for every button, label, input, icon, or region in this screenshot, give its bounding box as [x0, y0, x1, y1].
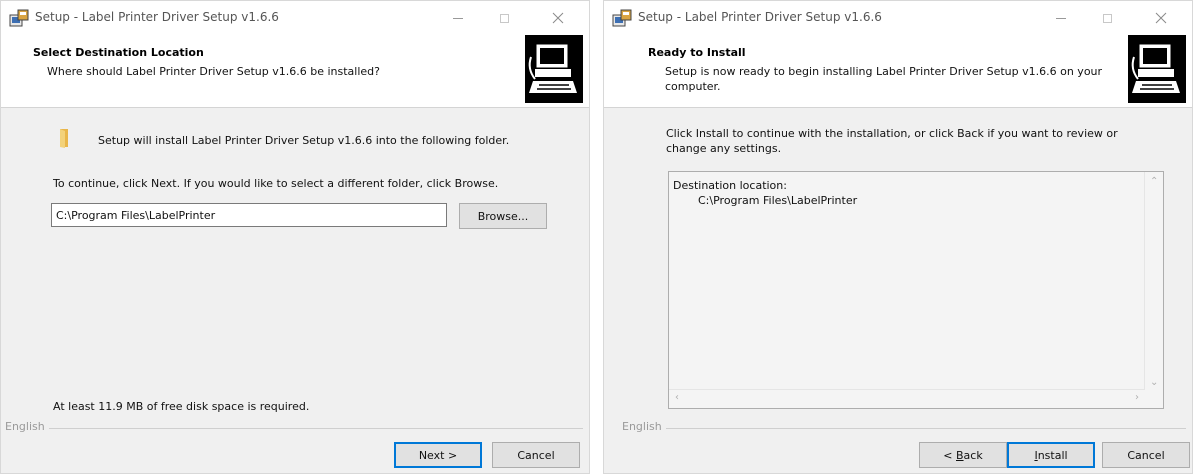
- close-icon[interactable]: [1138, 1, 1184, 35]
- title-bar[interactable]: Setup - Label Printer Driver Setup v1.6.…: [604, 1, 1192, 35]
- language-label: English: [622, 420, 666, 433]
- destination-path-input[interactable]: [51, 203, 447, 227]
- ready-to-install-dialog: Setup - Label Printer Driver Setup v1.6.…: [603, 0, 1193, 474]
- settings-summary-memo[interactable]: Destination location: C:\Program Files\L…: [668, 171, 1164, 409]
- scroll-right-icon[interactable]: ›: [1135, 392, 1139, 403]
- wizard-header: Ready to Install Setup is now ready to b…: [604, 35, 1192, 108]
- scroll-up-icon[interactable]: ⌃: [1150, 176, 1158, 187]
- install-button[interactable]: Install: [1007, 442, 1095, 468]
- disk-space-message: At least 11.9 MB of free disk space is r…: [53, 400, 310, 413]
- vertical-scrollbar[interactable]: ⌃ ⌄: [1144, 172, 1163, 390]
- language-separator: [662, 428, 1186, 429]
- scroll-corner: [1145, 390, 1163, 408]
- minimize-icon[interactable]: [1038, 1, 1084, 35]
- title-bar[interactable]: Setup - Label Printer Driver Setup v1.6.…: [1, 1, 589, 35]
- computer-install-icon: [1128, 35, 1186, 103]
- minimize-icon[interactable]: [435, 1, 481, 35]
- close-icon[interactable]: [535, 1, 581, 35]
- browse-button[interactable]: Browse...: [459, 203, 547, 229]
- install-rest: nstall: [1037, 448, 1068, 462]
- memo-destination-value: C:\Program Files\LabelPrinter: [698, 194, 858, 207]
- cancel-button[interactable]: Cancel: [492, 442, 580, 468]
- window-title: Setup - Label Printer Driver Setup v1.6.…: [638, 10, 882, 24]
- page-title: Ready to Install: [648, 46, 746, 59]
- window-title: Setup - Label Printer Driver Setup v1.6.…: [35, 10, 279, 24]
- setup-installer-icon: [9, 9, 29, 27]
- memo-heading: Destination location:: [673, 179, 787, 192]
- page-description: Setup is now ready to begin installing L…: [665, 65, 1103, 93]
- back-rest: ack: [963, 448, 983, 462]
- page-description: Where should Label Printer Driver Setup …: [47, 65, 380, 78]
- cancel-button[interactable]: Cancel: [1102, 442, 1190, 468]
- back-button[interactable]: < Back: [919, 442, 1007, 468]
- continue-instructions: To continue, click Next. If you would li…: [53, 177, 499, 190]
- scroll-left-icon[interactable]: ‹: [675, 392, 679, 403]
- language-label: English: [5, 420, 49, 433]
- horizontal-scrollbar[interactable]: ‹ ›: [669, 389, 1145, 408]
- ready-instructions: Click Install to continue with the insta…: [666, 127, 1118, 155]
- page-title: Select Destination Location: [33, 46, 204, 59]
- back-accelerator: B: [956, 448, 964, 462]
- setup-installer-icon: [612, 9, 632, 27]
- next-button[interactable]: Next >: [394, 442, 482, 468]
- computer-install-icon: [525, 35, 583, 103]
- maximize-icon[interactable]: [481, 1, 527, 35]
- install-folder-message: Setup will install Label Printer Driver …: [98, 134, 510, 147]
- maximize-icon[interactable]: [1084, 1, 1130, 35]
- scroll-down-icon[interactable]: ⌄: [1150, 377, 1158, 388]
- back-prefix: <: [943, 448, 956, 462]
- language-separator: [43, 428, 583, 429]
- select-destination-dialog: Setup - Label Printer Driver Setup v1.6.…: [0, 0, 590, 474]
- folder-icon: [58, 127, 74, 149]
- wizard-header: Select Destination Location Where should…: [1, 35, 589, 108]
